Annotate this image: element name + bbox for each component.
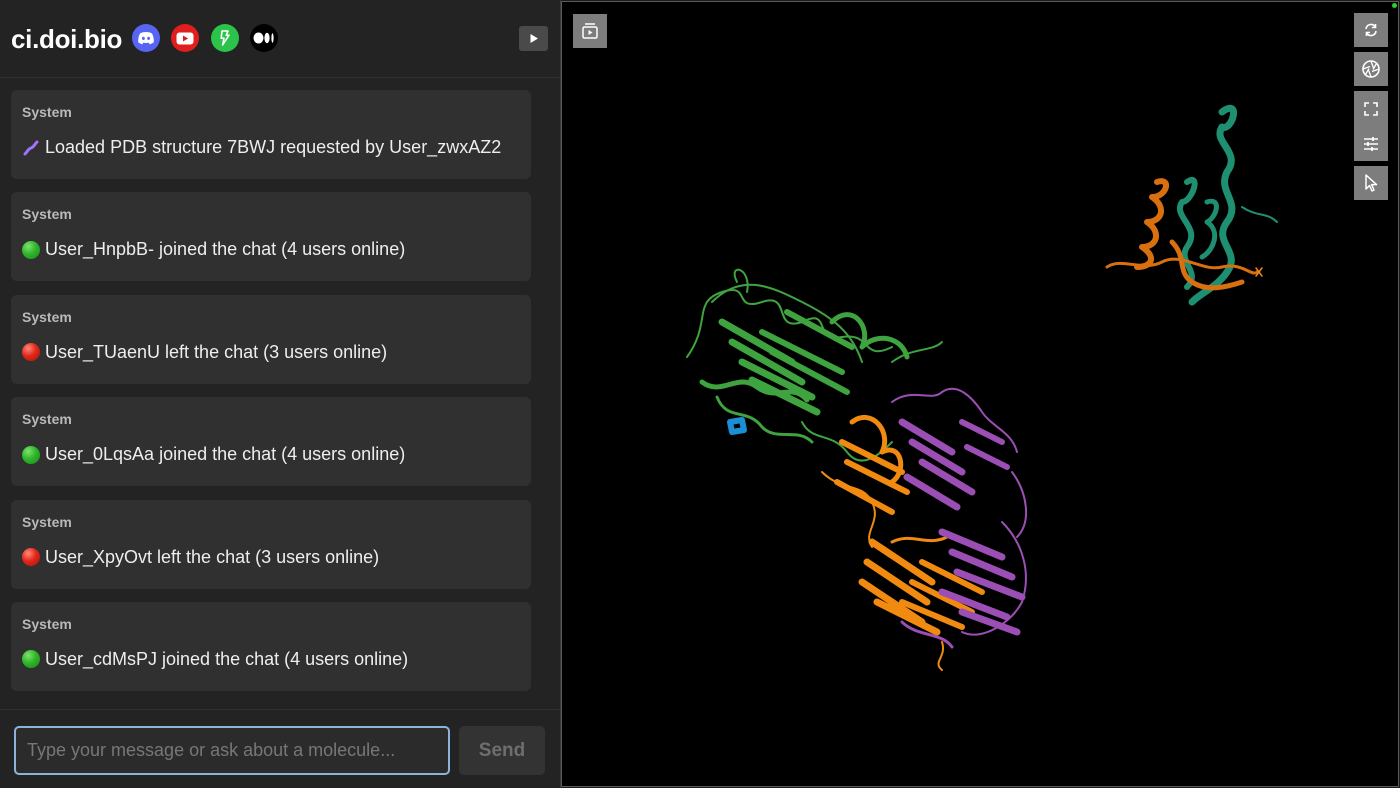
green-brand-icon[interactable] xyxy=(211,24,239,52)
message-sender: System xyxy=(22,513,72,530)
panel-toggle-button[interactable] xyxy=(519,26,548,51)
green-circle-icon xyxy=(22,650,40,669)
protein-structure-render[interactable] xyxy=(562,2,1398,786)
selection-cursor-icon xyxy=(1365,174,1378,192)
dna-icon xyxy=(23,140,39,155)
green-circle-icon xyxy=(22,445,40,464)
fullscreen-icon xyxy=(1364,101,1378,116)
chat-message: System User_cdMsPJ joined the chat (4 us… xyxy=(11,601,531,691)
message-sender: System xyxy=(22,308,72,325)
reset-camera-button[interactable] xyxy=(1354,13,1388,47)
medium-icon[interactable] xyxy=(250,24,278,52)
discord-icon[interactable] xyxy=(132,24,160,52)
message-input[interactable] xyxy=(14,726,450,775)
message-text: Loaded PDB structure 7BWJ requested by U… xyxy=(45,137,502,157)
chat-message: System User_XpyOvt left the chat (3 user… xyxy=(11,499,531,589)
message-text: User_HnpbB- joined the chat (4 users onl… xyxy=(45,239,406,260)
screenshot-button[interactable] xyxy=(1354,52,1388,86)
screenshot-icon xyxy=(1362,60,1380,78)
play-icon xyxy=(530,34,538,43)
selection-mode-button[interactable] xyxy=(1354,166,1388,200)
molecule-viewer[interactable] xyxy=(561,1,1399,787)
send-button[interactable]: Send xyxy=(459,726,545,775)
message-sender: System xyxy=(22,411,72,428)
settings-button[interactable] xyxy=(1354,126,1388,161)
status-indicator xyxy=(1392,3,1397,8)
message-sender: System xyxy=(22,206,72,223)
chat-message: System User_HnpbB- joined the chat (4 us… xyxy=(11,192,531,282)
red-circle-icon xyxy=(22,343,40,362)
chat-message: System User_TUaenU left the chat (3 user… xyxy=(11,294,531,384)
sequence-panel-button[interactable] xyxy=(573,14,607,48)
fullscreen-button[interactable] xyxy=(1354,91,1388,126)
sequence-panel-icon xyxy=(582,23,598,39)
message-text: User_TUaenU left the chat (3 users onlin… xyxy=(45,341,388,362)
red-circle-icon xyxy=(22,548,40,567)
message-sender: System xyxy=(22,615,72,632)
message-text: User_XpyOvt left the chat (3 users onlin… xyxy=(45,546,380,567)
message-text: User_cdMsPJ joined the chat (4 users onl… xyxy=(45,648,409,669)
chat-header: ci.doi.bio xyxy=(0,0,560,78)
chat-message: System User_0LqsAa joined the chat (4 us… xyxy=(11,397,531,487)
app-window: ci.doi.bio System Loaded PDB structure 7… xyxy=(0,0,1400,788)
message-composer: Send xyxy=(0,709,560,788)
green-circle-icon xyxy=(22,240,40,259)
view-options-group xyxy=(1354,91,1388,161)
reset-camera-icon xyxy=(1365,23,1377,37)
chat-message: System Loaded PDB structure 7BWJ request… xyxy=(11,90,531,179)
youtube-icon[interactable] xyxy=(171,24,199,52)
brand-title[interactable]: ci.doi.bio xyxy=(11,24,122,55)
message-text: User_0LqsAa joined the chat (4 users onl… xyxy=(45,444,406,465)
message-list[interactable]: System Loaded PDB structure 7BWJ request… xyxy=(11,90,531,704)
settings-sliders-icon xyxy=(1364,136,1378,151)
message-sender: System xyxy=(22,104,72,120)
chat-panel: ci.doi.bio System Loaded PDB structure 7… xyxy=(0,0,560,788)
